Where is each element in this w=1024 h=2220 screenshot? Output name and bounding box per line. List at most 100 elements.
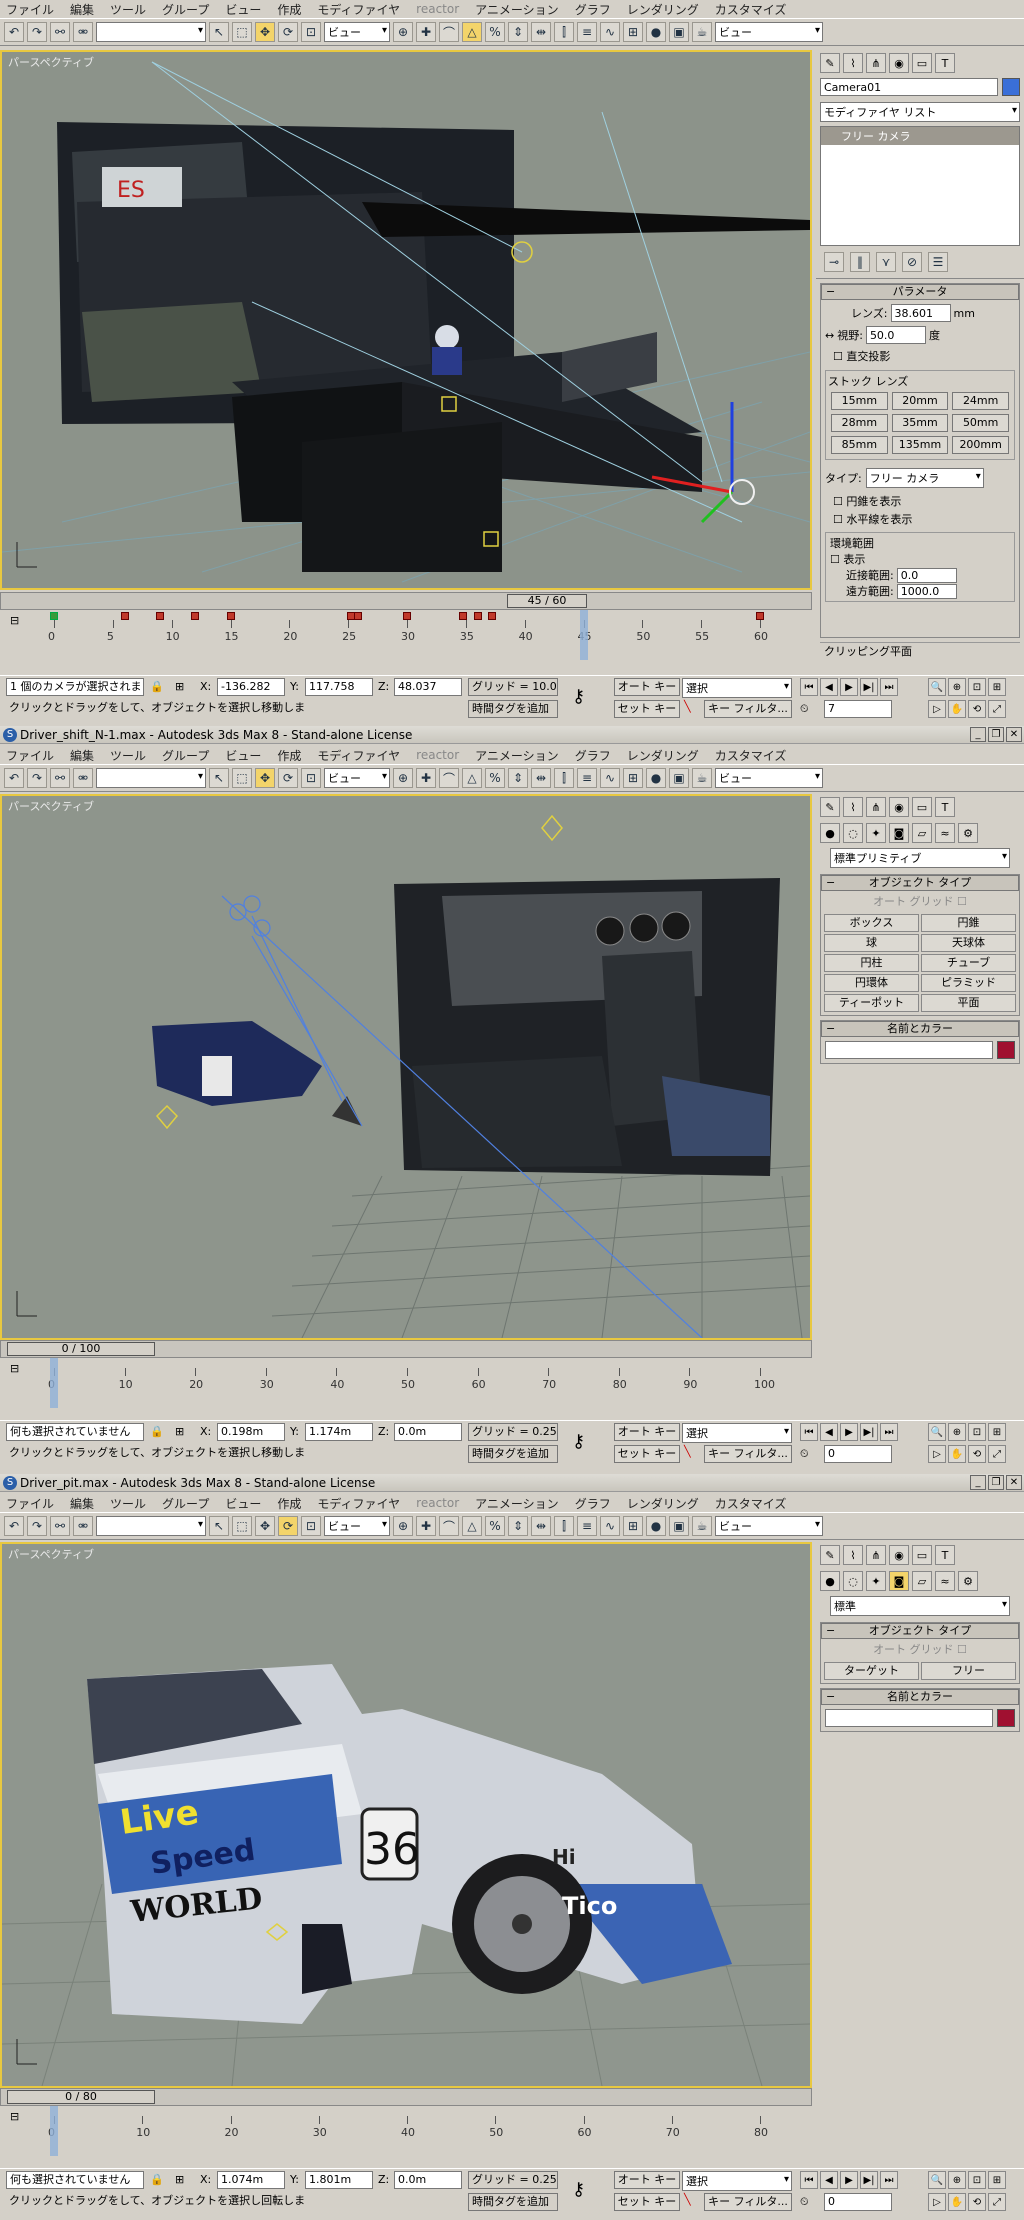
y-coordinate-field[interactable]: 1.174m (305, 1423, 373, 1441)
angle-snap-icon[interactable]: △ (462, 1516, 482, 1536)
layer-icon[interactable]: ≡ (577, 768, 597, 788)
arc-rotate-icon[interactable]: ⟲ (968, 1445, 986, 1463)
menu-edit[interactable]: 編集 (70, 1, 94, 18)
helpers-icon[interactable]: ▱ (912, 1571, 932, 1591)
create-tab-icon[interactable]: ✎ (820, 797, 840, 817)
key-icon[interactable]: ⚷ (572, 1431, 585, 1452)
absolute-mode-icon[interactable]: ⊞ (175, 2173, 184, 2186)
goto-end-icon[interactable]: ⏭ (880, 678, 898, 696)
track-bar[interactable]: ⊟ 0102030405060708090100 (0, 1358, 812, 1408)
time-config-icon[interactable]: ⏲ (800, 1447, 809, 1461)
redo-icon[interactable]: ↷ (27, 22, 47, 42)
display-tab-icon[interactable]: ▭ (912, 53, 932, 73)
selection-set-dropdown[interactable] (96, 22, 206, 42)
percent-snap-icon[interactable]: % (485, 768, 505, 788)
stack-item-free-camera[interactable]: フリー カメラ (821, 127, 1019, 145)
menu-tools[interactable]: ツール (110, 1495, 146, 1512)
menu-tools[interactable]: ツール (110, 1, 146, 18)
maximize-viewport-icon[interactable]: ⤢ (988, 2193, 1006, 2211)
fov-icon[interactable]: ▷ (928, 1445, 946, 1463)
systems-icon[interactable]: ⚙ (958, 1571, 978, 1591)
goto-end-icon[interactable]: ⏭ (880, 1423, 898, 1441)
arc-rotate-icon[interactable]: ⟲ (968, 700, 986, 718)
keyframe-marker[interactable] (226, 612, 235, 620)
hierarchy-tab-icon[interactable]: ⋔ (866, 797, 886, 817)
auto-grid-checkbox[interactable]: ☐ (954, 895, 967, 908)
remove-modifier-icon[interactable]: ⊘ (902, 252, 922, 272)
geometry-icon[interactable]: ● (820, 1571, 840, 1591)
systems-icon[interactable]: ⚙ (958, 823, 978, 843)
angle-snap-icon[interactable]: △ (462, 22, 482, 42)
time-config-icon[interactable]: ⏲ (800, 702, 809, 716)
menu-animation[interactable]: アニメーション (475, 1495, 559, 1512)
name-field[interactable] (825, 1041, 993, 1059)
goto-start-icon[interactable]: ⏮ (800, 678, 818, 696)
menu-view[interactable]: ビュー (225, 1, 261, 18)
keyframe-marker[interactable] (756, 612, 764, 620)
menu-group[interactable]: グループ (162, 1495, 209, 1512)
selection-set-dropdown[interactable] (96, 768, 206, 788)
z-coordinate-field[interactable]: 0.0m (394, 2171, 462, 2189)
box-button[interactable]: ボックス (824, 914, 919, 932)
move-icon[interactable]: ✥ (255, 768, 275, 788)
menu-file[interactable]: ファイル (6, 1495, 54, 1512)
zoom-icon[interactable]: 🔍 (928, 1423, 946, 1441)
menu-tools[interactable]: ツール (110, 747, 146, 764)
selection-lock-icon[interactable]: 🔒 (150, 2173, 164, 2186)
time-slider[interactable]: 0 / 100 (0, 1340, 812, 1358)
menu-group[interactable]: グループ (162, 747, 209, 764)
undo-icon[interactable]: ↶ (4, 1516, 24, 1536)
auto-key-button[interactable]: オート キー (614, 678, 680, 696)
selection-lock-icon[interactable]: 🔒 (150, 1425, 164, 1438)
keyframe-marker[interactable] (459, 612, 468, 620)
current-frame-field[interactable]: 0 (824, 2193, 892, 2211)
material-editor-icon[interactable]: ● (646, 22, 666, 42)
track-bar-menu-icon[interactable]: ⊟ (10, 614, 19, 627)
lens-200mm-button[interactable]: 200mm (952, 436, 1009, 454)
redo-icon[interactable]: ↷ (27, 768, 47, 788)
modify-tab-icon[interactable]: ⌇ (843, 1545, 863, 1565)
sphere-button[interactable]: 球 (824, 934, 919, 952)
keyframe-marker[interactable] (50, 612, 58, 620)
menu-customize[interactable]: カスタマイズ (715, 1495, 787, 1512)
name-color-header[interactable]: 名前とカラー (821, 1021, 1019, 1037)
far-range-field[interactable]: 1000.0 (896, 583, 957, 599)
menu-view[interactable]: ビュー (225, 747, 261, 764)
current-frame-marker[interactable] (50, 2106, 58, 2156)
undo-icon[interactable]: ↶ (4, 22, 24, 42)
menu-rendering[interactable]: レンダリング (627, 1, 699, 18)
x-coordinate-field[interactable]: 0.198m (217, 1423, 285, 1441)
key-mode-toggle-icon[interactable]: ╲ (684, 700, 691, 713)
fov-icon[interactable]: ▷ (928, 700, 946, 718)
fov-direction-icon[interactable]: ↔ (825, 329, 834, 342)
color-swatch[interactable] (997, 1709, 1015, 1727)
time-config-icon[interactable]: ⏲ (800, 2195, 809, 2209)
unlink-icon[interactable]: ⚮ (73, 768, 93, 788)
time-slider[interactable]: 0 / 80 (0, 2088, 812, 2106)
region-select-icon[interactable]: ⬚ (232, 1516, 252, 1536)
cameras-icon[interactable]: ◙ (889, 1571, 909, 1591)
cameras-icon[interactable]: ◙ (889, 823, 909, 843)
region-select-icon[interactable]: ⬚ (232, 22, 252, 42)
key-mode-dropdown[interactable]: 選択 (682, 1423, 792, 1443)
time-slider-thumb[interactable]: 0 / 100 (7, 1342, 155, 1356)
lights-icon[interactable]: ✦ (866, 823, 886, 843)
tube-button[interactable]: チューブ (921, 954, 1016, 972)
key-icon[interactable]: ⚷ (572, 686, 585, 707)
absolute-mode-icon[interactable]: ⊞ (175, 680, 184, 693)
menu-modifiers[interactable]: モディファイヤ (317, 1, 400, 18)
lights-icon[interactable]: ✦ (866, 1571, 886, 1591)
modify-tab-icon[interactable]: ⌇ (843, 797, 863, 817)
menu-graph[interactable]: グラフ (575, 1495, 611, 1512)
curve-editor-icon[interactable]: ∿ (600, 22, 620, 42)
shapes-icon[interactable]: ◌ (843, 1571, 863, 1591)
free-camera-button[interactable]: フリー (921, 1662, 1016, 1680)
pin-stack-icon[interactable]: ⊸ (824, 252, 844, 272)
scale-icon[interactable]: ⊡ (301, 22, 321, 42)
fov-field[interactable]: 50.0 (865, 326, 926, 344)
align-icon[interactable]: ⫿ (554, 22, 574, 42)
render-scene-icon[interactable]: ▣ (669, 1516, 689, 1536)
next-frame-icon[interactable]: ▶| (860, 1423, 878, 1441)
keyframe-marker[interactable] (155, 612, 164, 620)
name-color-header[interactable]: 名前とカラー (821, 1689, 1019, 1705)
